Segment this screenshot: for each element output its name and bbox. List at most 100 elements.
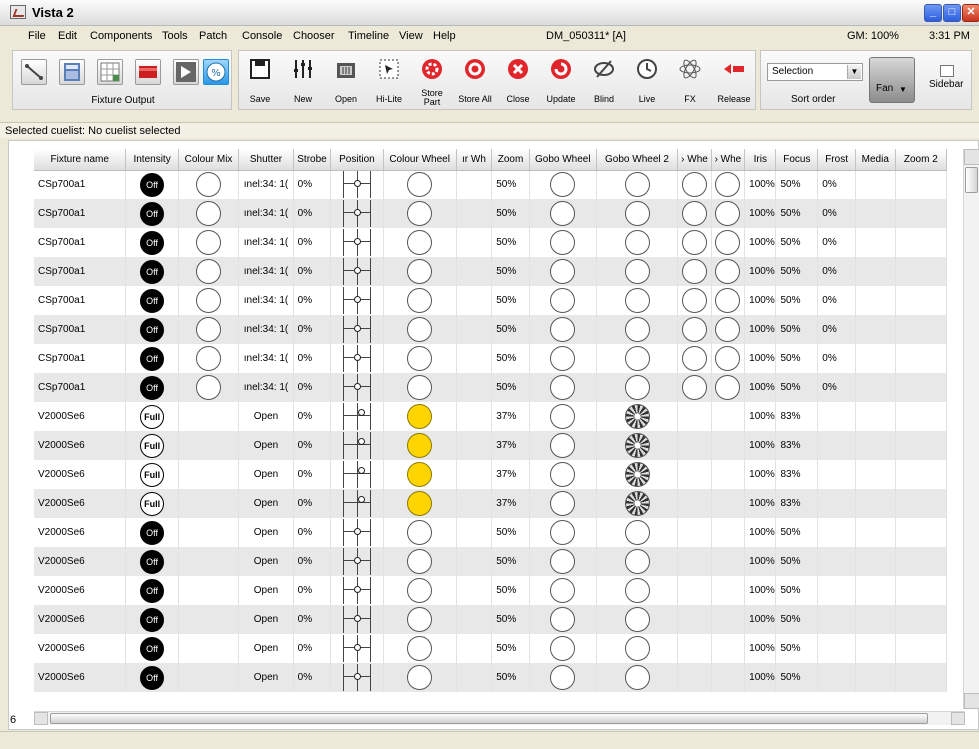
cell-intensity[interactable]: Off	[125, 663, 179, 692]
column-header[interactable]: Fixture name	[34, 149, 127, 171]
cell-zoom[interactable]: 50%	[491, 547, 530, 576]
cell-wheel-4[interactable]	[711, 518, 746, 547]
cell-iris[interactable]: 100%	[744, 402, 777, 431]
cell-iris[interactable]: 100%	[744, 257, 777, 286]
cell-position[interactable]	[330, 228, 384, 257]
table-row[interactable]: CSp700a1 Off ınel:34: 1(0% 50% 100% 50% 0%	[34, 286, 948, 315]
table-row[interactable]: V2000Se6 Off Open 0% 50% 100% 50%	[34, 663, 948, 692]
column-header[interactable]: › Whe	[677, 149, 712, 171]
cell-wheel-3[interactable]	[677, 460, 712, 489]
save-button[interactable]: Save	[239, 51, 281, 111]
cell-colour-mix[interactable]	[178, 605, 240, 634]
cell-colour-wheel[interactable]	[383, 489, 457, 518]
cell-iris[interactable]: 100%	[744, 547, 777, 576]
cell-frost[interactable]: 0%	[817, 344, 856, 373]
cell-zoom-2[interactable]	[895, 286, 948, 315]
cell-colour-mix[interactable]	[178, 199, 240, 228]
cell-focus[interactable]: 50%	[775, 576, 819, 605]
cell-colour-mix[interactable]	[178, 402, 240, 431]
cell-wheel-3[interactable]	[677, 228, 712, 257]
cell-colour-mix[interactable]	[178, 431, 240, 460]
cell-shutter[interactable]: Open	[238, 402, 294, 431]
table-row[interactable]: CSp700a1 Off ınel:34: 1(0% 50% 100% 50% 0%	[34, 170, 948, 199]
cell-fixture-name[interactable]: CSp700a1	[34, 373, 127, 402]
cell-fixture-name[interactable]: CSp700a1	[34, 199, 127, 228]
column-header[interactable]: Colour Wheel	[383, 149, 457, 171]
cell-colour-mix[interactable]	[178, 344, 240, 373]
cell-gobo-wheel[interactable]	[529, 518, 597, 547]
cell-colour-wheel[interactable]	[383, 286, 457, 315]
cell-wheel-3[interactable]	[677, 605, 712, 634]
cell-focus[interactable]: 50%	[775, 286, 819, 315]
cell-colour-wheel-2[interactable]	[456, 373, 493, 402]
cell-zoom-2[interactable]	[895, 460, 948, 489]
cell-gobo-wheel[interactable]	[529, 286, 597, 315]
cell-focus[interactable]: 83%	[775, 460, 819, 489]
cell-zoom[interactable]: 37%	[491, 460, 530, 489]
cell-focus[interactable]: 50%	[775, 663, 819, 692]
menu-tools[interactable]: Tools	[162, 30, 188, 42]
cell-gobo-wheel[interactable]	[529, 663, 597, 692]
cell-intensity[interactable]: Full	[125, 431, 179, 460]
cell-strobe[interactable]: 0%	[293, 286, 332, 315]
menu-help[interactable]: Help	[433, 30, 456, 42]
cell-gobo-wheel[interactable]	[529, 460, 597, 489]
cell-gobo-wheel-2[interactable]	[596, 489, 679, 518]
cell-zoom[interactable]: 37%	[491, 489, 530, 518]
cell-fixture-name[interactable]: V2000Se6	[34, 431, 127, 460]
cell-strobe[interactable]: 0%	[293, 228, 332, 257]
cell-wheel-3[interactable]	[677, 344, 712, 373]
table-row[interactable]: CSp700a1 Off ınel:34: 1(0% 50% 100% 50% 0%	[34, 228, 948, 257]
cell-gobo-wheel[interactable]	[529, 257, 597, 286]
cell-zoom[interactable]: 50%	[491, 663, 530, 692]
fan-button[interactable]: Fan ▼	[869, 57, 915, 103]
table-row[interactable]: V2000Se6 Full Open 0% 37% 100% 83%	[34, 402, 948, 431]
cell-zoom-2[interactable]	[895, 518, 948, 547]
menu-console[interactable]: Console	[242, 30, 282, 42]
cell-colour-mix[interactable]	[178, 257, 240, 286]
cell-colour-wheel[interactable]	[383, 663, 457, 692]
cell-wheel-4[interactable]	[711, 315, 746, 344]
cell-colour-wheel[interactable]	[383, 402, 457, 431]
cell-colour-wheel-2[interactable]	[456, 634, 493, 663]
cell-wheel-4[interactable]	[711, 402, 746, 431]
cell-wheel-4[interactable]	[711, 489, 746, 518]
cell-fixture-name[interactable]: CSp700a1	[34, 170, 127, 199]
cell-iris[interactable]: 100%	[744, 460, 777, 489]
cell-intensity[interactable]: Off	[125, 547, 179, 576]
table-row[interactable]: V2000Se6 Off Open 0% 50% 100% 50%	[34, 634, 948, 663]
cell-gobo-wheel[interactable]	[529, 402, 597, 431]
cell-shutter[interactable]: ınel:34: 1(	[238, 286, 294, 315]
cell-iris[interactable]: 100%	[744, 634, 777, 663]
cell-iris[interactable]: 100%	[744, 576, 777, 605]
cell-shutter[interactable]: ınel:34: 1(	[238, 199, 294, 228]
table-row[interactable]: CSp700a1 Off ınel:34: 1(0% 50% 100% 50% 0%	[34, 199, 948, 228]
cell-position[interactable]	[330, 576, 384, 605]
cell-zoom[interactable]: 37%	[491, 402, 530, 431]
cell-frost[interactable]: 0%	[817, 373, 856, 402]
cell-zoom-2[interactable]	[895, 663, 948, 692]
cell-gobo-wheel-2[interactable]	[596, 199, 679, 228]
cell-position[interactable]	[330, 373, 384, 402]
menu-chooser[interactable]: Chooser	[293, 30, 335, 42]
cell-focus[interactable]: 50%	[775, 170, 819, 199]
cell-strobe[interactable]: 0%	[293, 373, 332, 402]
cell-zoom-2[interactable]	[895, 257, 948, 286]
cell-strobe[interactable]: 0%	[293, 576, 332, 605]
cell-zoom[interactable]: 50%	[491, 170, 530, 199]
live-button[interactable]: Live	[626, 51, 668, 111]
cell-wheel-3[interactable]	[677, 431, 712, 460]
maximize-icon[interactable]: □	[943, 4, 961, 22]
cell-wheel-4[interactable]	[711, 605, 746, 634]
cell-iris[interactable]: 100%	[744, 170, 777, 199]
cell-gobo-wheel-2[interactable]	[596, 605, 679, 634]
cell-intensity[interactable]: Off	[125, 257, 179, 286]
cell-colour-wheel[interactable]	[383, 373, 457, 402]
cell-fixture-name[interactable]: V2000Se6	[34, 576, 127, 605]
cell-zoom[interactable]: 50%	[491, 286, 530, 315]
column-header[interactable]: Zoom	[491, 149, 530, 171]
cell-media[interactable]	[855, 373, 896, 402]
scroll-right-icon[interactable]	[951, 712, 965, 725]
cell-shutter[interactable]: Open	[238, 576, 294, 605]
cell-strobe[interactable]: 0%	[293, 663, 332, 692]
